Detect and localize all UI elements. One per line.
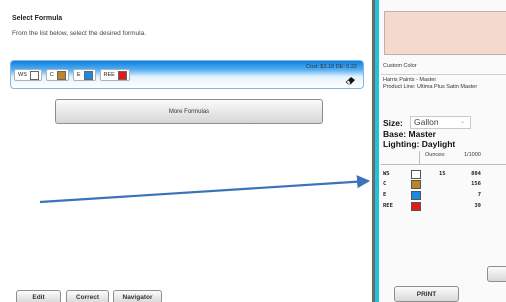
edit-button[interactable]: Edit [16, 290, 61, 302]
select-formula-subtitle: From the list below, select the desired … [12, 30, 147, 37]
chevron-down-icon: ⌄ [459, 119, 465, 125]
ounces-column-header: Ounces: [425, 152, 446, 158]
colorant-chip-c: C [45, 69, 69, 81]
navigator-button[interactable]: Navigator [113, 290, 162, 302]
colorant-swatch [56, 70, 66, 80]
custom-color-label: Custom Color [383, 63, 417, 69]
select-formula-title: Select Formula [12, 15, 63, 22]
colorant-swatch [83, 70, 93, 80]
base-label: Base: [383, 129, 407, 139]
colorant-row: WS 15 804 [379, 170, 506, 180]
correct-button[interactable]: Correct [66, 290, 109, 302]
product-line: Product Line: Ultima Plus Satin Master [383, 84, 478, 90]
print-button[interactable]: PRINT [394, 286, 459, 302]
lighting-info: Lighting: Daylight [383, 139, 455, 149]
colorant-swatch [411, 191, 421, 200]
formula-panel: Select Formula From the list below, sele… [0, 0, 372, 302]
lighting-value: Daylight [421, 139, 456, 149]
colorant-per-1000: 39 [474, 203, 481, 209]
base-info: Base: Master [383, 129, 436, 139]
lighting-label: Lighting: [383, 139, 420, 149]
colorant-chip-ws: WS [14, 69, 42, 81]
colorant-chip-e: E [72, 69, 96, 81]
colorant-per-1000: 7 [477, 192, 481, 198]
divider [381, 74, 506, 75]
column-separator [419, 151, 420, 165]
colorant-swatch [411, 180, 421, 189]
colorant-chip-label: REE [103, 72, 115, 78]
colorant-chip-label: E [76, 72, 81, 78]
colorant-per-1000: 804 [471, 171, 481, 177]
brand-name: Harris Paints - Master [383, 77, 437, 83]
colorant-ounces: 15 [439, 171, 446, 177]
colorant-swatch [411, 170, 421, 179]
colorant-row: REE 39 [379, 202, 506, 212]
size-select[interactable]: Gallon ⌄ [410, 116, 471, 129]
divider [381, 164, 506, 165]
colorant-code: REE [383, 203, 393, 209]
size-select-value: Gallon [414, 117, 439, 127]
color-detail-panel: Custom Color Harris Paints - Master Prod… [379, 0, 506, 302]
colorant-chip-ree: REE [99, 69, 130, 81]
colorant-row: E 7 [379, 191, 506, 201]
colorant-swatch [411, 202, 421, 211]
colorant-row: C 156 [379, 180, 506, 190]
eraser-icon[interactable] [345, 75, 356, 85]
colorant-code: E [383, 192, 387, 198]
colorant-chips: WS C E REE [14, 69, 130, 81]
annotation-arrow [39, 175, 371, 204]
per-1000-column-header: 1/1000 [464, 152, 481, 158]
formula-cost: Cost: $3.18 DE: 0.22 [305, 64, 357, 70]
color-preview-swatch [384, 11, 506, 55]
colorant-swatch [29, 70, 39, 80]
base-value: Master [408, 129, 436, 139]
colorant-chip-label: WS [18, 72, 27, 78]
more-formulas-button[interactable]: More Formulas [55, 99, 323, 124]
colorant-per-1000: 156 [471, 181, 481, 187]
size-label: Size: [383, 118, 403, 128]
formula-row[interactable]: Cost: $3.18 DE: 0.22 WS C E REE [10, 60, 364, 89]
colorant-swatch [117, 70, 127, 80]
colorant-chip-label: C [49, 72, 54, 78]
colorant-code: C [383, 181, 387, 187]
partial-button[interactable] [487, 266, 506, 282]
colorant-code: WS [383, 171, 390, 177]
